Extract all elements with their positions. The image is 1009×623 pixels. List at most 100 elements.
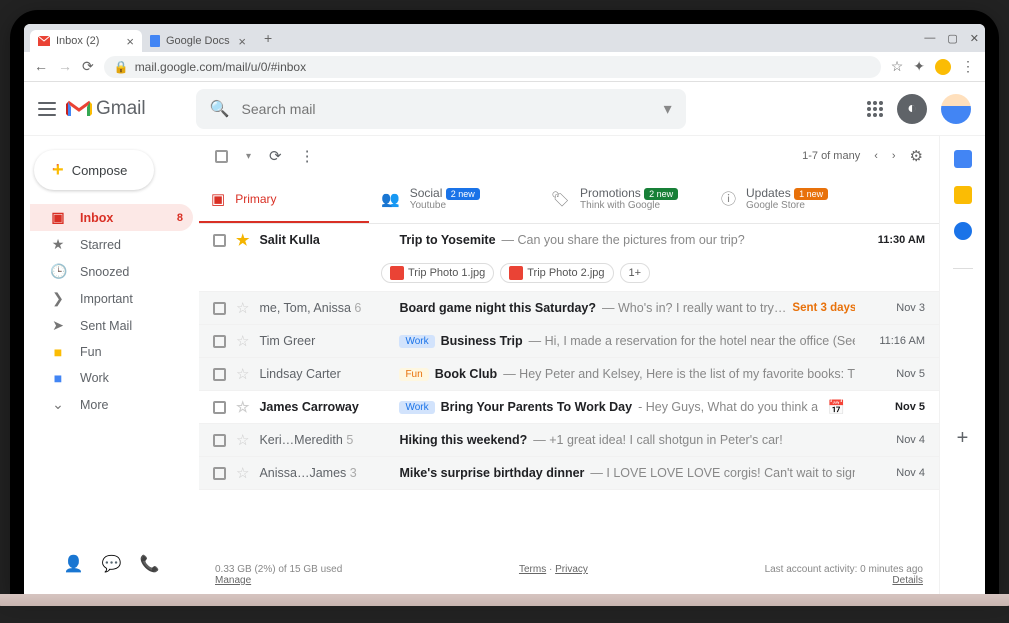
select-dropdown-icon[interactable]: ▾ [246, 151, 251, 162]
star-icon[interactable]: ★ [236, 231, 249, 249]
compose-button[interactable]: + Compose [34, 150, 154, 190]
mail-row[interactable]: ☆ Tim Greer Work Business Trip — Hi, I m… [199, 325, 939, 358]
message-list: ★ Salit Kulla Trip to Yosemite — Can you… [199, 224, 939, 556]
row-checkbox[interactable] [213, 434, 226, 447]
contacts-icon[interactable]: 👤 [64, 554, 84, 574]
category-label: Fun [399, 368, 428, 381]
url-input[interactable]: 🔒 mail.google.com/mail/u/0/#inbox [104, 56, 881, 78]
gmail-logo[interactable]: Gmail [66, 98, 146, 120]
subject: Trip to Yosemite [399, 233, 495, 247]
add-addon-icon[interactable]: + [957, 427, 969, 450]
search-options-icon[interactable]: ▾ [664, 99, 672, 119]
row-checkbox[interactable] [213, 401, 226, 414]
attachment-name: Trip Photo 2.jpg [527, 267, 604, 279]
back-icon[interactable]: ← [34, 58, 48, 75]
next-page-icon[interactable]: › [892, 150, 896, 162]
phone-icon[interactable]: 📞 [139, 554, 159, 574]
subject-line: Hiking this weekend? — +1 great idea! I … [399, 433, 855, 447]
tab-sub: Google Store [746, 200, 828, 211]
browser-menu-icon[interactable]: ⋮ [961, 58, 975, 75]
manage-link[interactable]: Manage [215, 575, 251, 586]
row-checkbox[interactable] [213, 335, 226, 348]
subject-line: Work Business Trip — Hi, I made a reserv… [399, 334, 855, 348]
subject-line: Mike's surprise birthday dinner — I LOVE… [399, 466, 855, 480]
row-checkbox[interactable] [213, 234, 226, 247]
subject: Hiking this weekend? [399, 433, 527, 447]
sidebar: + Compose ▣ Inbox 8 ★Starred 🕒Snoozed ❯I… [24, 136, 199, 594]
mail-row[interactable]: ☆ James Carroway Work Bring Your Parents… [199, 391, 939, 424]
tab-updates[interactable]: ⓘ Updates 1 new Google Store [709, 176, 879, 223]
attachment-chip[interactable]: Trip Photo 1.jpg [381, 263, 494, 283]
search-input[interactable] [242, 101, 652, 117]
extensions-icon[interactable]: ✦ [913, 58, 925, 75]
star-icon[interactable]: ☆ [236, 464, 249, 482]
row-checkbox[interactable] [213, 302, 226, 315]
tab-promotions[interactable]: 🏷 Promotions 2 new Think with Google [539, 176, 709, 223]
mail-row[interactable]: ☆ Lindsay Carter Fun Book Club — Hey Pet… [199, 358, 939, 391]
terms-link[interactable]: Terms [519, 564, 546, 575]
window-maximize[interactable]: ▢ [947, 32, 957, 45]
chevron-down-icon: ⌄ [50, 396, 66, 413]
settings-icon[interactable]: ⚙ [910, 147, 923, 165]
apps-icon[interactable] [867, 101, 883, 117]
row-checkbox[interactable] [213, 467, 226, 480]
inbox-icon: ▣ [50, 209, 66, 226]
social-icon: 👥 [381, 190, 400, 208]
sidebar-item-more[interactable]: ⌄More [30, 391, 193, 418]
hangouts-icon[interactable]: 💬 [102, 554, 122, 574]
mail-row[interactable]: ★ Salit Kulla Trip to Yosemite — Can you… [199, 224, 939, 292]
close-icon[interactable]: × [238, 34, 246, 49]
search-box[interactable]: 🔍 ▾ [196, 89, 686, 129]
mail-row[interactable]: ☆ Anissa…James 3 Mike's surprise birthda… [199, 457, 939, 490]
close-icon[interactable]: × [126, 34, 134, 49]
tab-primary[interactable]: ▣ Primary [199, 176, 369, 223]
profile-avatar[interactable] [935, 59, 951, 75]
row-checkbox[interactable] [213, 368, 226, 381]
sidebar-item-important[interactable]: ❯Important [30, 285, 193, 312]
tab-social[interactable]: 👥 Social 2 new Youtube [369, 176, 539, 223]
attachment-chip[interactable]: Trip Photo 2.jpg [500, 263, 613, 283]
plus-icon: + [52, 160, 64, 180]
mail-row[interactable]: ☆ me, Tom, Anissa 6 Board game night thi… [199, 292, 939, 325]
sidebar-item-starred[interactable]: ★Starred [30, 231, 193, 258]
sidebar-item-sent[interactable]: ➤Sent Mail [30, 312, 193, 339]
tasks-addon-icon[interactable] [954, 222, 972, 240]
details-link[interactable]: Details [892, 575, 923, 586]
calendar-addon-icon[interactable] [954, 150, 972, 168]
reload-icon[interactable]: ⟳ [82, 58, 94, 75]
toolbar: ▾ ⟳ ⋮ 1-7 of many ‹ › ⚙ [199, 136, 939, 176]
star-icon[interactable]: ☆ [891, 58, 904, 75]
category-tabs: ▣ Primary 👥 Social 2 new Youtube 🏷 Promo… [199, 176, 939, 224]
star-icon[interactable]: ☆ [236, 299, 249, 317]
notifications-icon[interactable]: ◐ [897, 94, 927, 124]
account-avatar[interactable] [941, 94, 971, 124]
new-tab-button[interactable]: + [264, 30, 272, 46]
sidebar-item-inbox[interactable]: ▣ Inbox 8 [30, 204, 193, 231]
window-close[interactable]: ✕ [970, 32, 979, 45]
select-all-checkbox[interactable] [215, 150, 228, 163]
star-icon[interactable]: ☆ [236, 332, 249, 350]
prev-page-icon[interactable]: ‹ [874, 150, 878, 162]
browser-tab-inbox[interactable]: Inbox (2) × [30, 30, 142, 52]
star-icon[interactable]: ☆ [236, 398, 249, 416]
calendar-icon[interactable]: 📅 [828, 399, 845, 416]
sender: James Carroway [259, 400, 389, 414]
refresh-icon[interactable]: ⟳ [269, 147, 282, 165]
more-actions-icon[interactable]: ⋮ [300, 147, 315, 165]
sidebar-item-fun[interactable]: ■Fun [30, 339, 193, 365]
privacy-link[interactable]: Privacy [555, 564, 588, 575]
keep-addon-icon[interactable] [954, 186, 972, 204]
tab-badge: 1 new [794, 188, 828, 200]
tab-label: Primary [235, 192, 276, 206]
attachment-more[interactable]: 1+ [620, 263, 651, 283]
browser-tab-docs[interactable]: Google Docs × [142, 30, 254, 52]
mail-row[interactable]: ☆ Keri…Meredith 5 Hiking this weekend? —… [199, 424, 939, 457]
window-minimize[interactable]: — [924, 32, 935, 45]
menu-icon[interactable] [38, 102, 56, 116]
sidebar-item-work[interactable]: ■Work [30, 365, 193, 391]
star-icon[interactable]: ☆ [236, 365, 249, 383]
forward-icon[interactable]: → [58, 58, 72, 75]
star-icon[interactable]: ☆ [236, 431, 249, 449]
sidebar-item-snoozed[interactable]: 🕒Snoozed [30, 258, 193, 285]
followup-nudge[interactable]: Sent 3 days ago. Follow up? [792, 302, 855, 314]
